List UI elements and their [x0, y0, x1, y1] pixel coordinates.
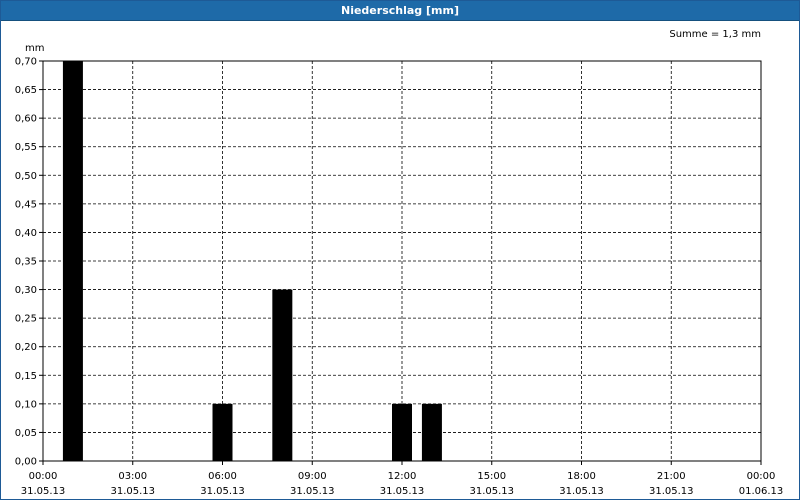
y-tick-label: 0,50	[15, 171, 37, 182]
y-tick-label: 0,55	[15, 142, 37, 153]
y-tick-label: 0,25	[15, 314, 37, 325]
window-title: Niederschlag [mm]	[1, 1, 799, 21]
x-tick-date-label: 31.05.13	[21, 486, 66, 497]
x-tick-time-label: 15:00	[477, 471, 506, 482]
x-tick-date-label: 31.05.13	[649, 486, 694, 497]
x-tick-time-label: 09:00	[298, 471, 327, 482]
grid-lines	[43, 60, 761, 461]
y-tick-label: 0,35	[15, 257, 37, 268]
x-tick-time-label: 00:00	[747, 471, 776, 482]
x-tick-time-label: 00:00	[29, 471, 58, 482]
x-tick-date-label: 01.06.13	[739, 486, 784, 497]
x-tick-date-label: 31.05.13	[469, 486, 514, 497]
bar	[212, 403, 233, 461]
precipitation-chart: mm Summe = 1,3 mm 0,000,050,100,150,200,…	[15, 29, 784, 497]
y-tick-label: 0,70	[15, 57, 37, 68]
x-tick-date-label: 31.05.13	[290, 486, 335, 497]
x-tick-labels: 00:00 31.05.13 03:00 31.05.13 06:00 31.05.13 0…	[21, 461, 784, 497]
y-tick-label: 0,10	[15, 399, 37, 410]
y-tick-label: 0,40	[15, 228, 37, 239]
bar	[392, 403, 412, 461]
sum-label: Summe = 1,3 mm	[669, 29, 761, 40]
y-tick-label: 0,60	[15, 114, 37, 125]
bar	[272, 289, 293, 461]
y-tick-labels: 0,00 0,05 0,10 0,15 0,20 0,25 0,30 0,35 0,40 0,45…	[15, 57, 43, 468]
y-tick-label: 0,30	[15, 285, 37, 296]
bar	[421, 403, 442, 461]
y-tick-label: 0,00	[15, 457, 37, 468]
y-tick-label: 0,15	[15, 371, 37, 382]
y-tick-label: 0,05	[15, 428, 37, 439]
x-tick-time-label: 21:00	[657, 471, 686, 482]
x-tick-time-label: 03:00	[118, 471, 147, 482]
y-tick-label: 0,65	[15, 85, 37, 96]
chart-window: Niederschlag [mm] mm Summe = 1,3 mm 0,00…	[0, 0, 800, 500]
x-tick-time-label: 12:00	[388, 471, 417, 482]
bar	[62, 61, 83, 461]
x-tick-date-label: 31.05.13	[110, 486, 155, 497]
y-tick-label: 0,20	[15, 342, 37, 353]
y-tick-label: 0,45	[15, 199, 37, 210]
x-tick-date-label: 31.05.13	[380, 486, 425, 497]
y-axis-unit-label: mm	[25, 43, 44, 54]
x-tick-time-label: 18:00	[567, 471, 596, 482]
x-tick-time-label: 06:00	[208, 471, 237, 482]
x-tick-date-label: 31.05.13	[200, 486, 245, 497]
x-tick-date-label: 31.05.13	[559, 486, 604, 497]
